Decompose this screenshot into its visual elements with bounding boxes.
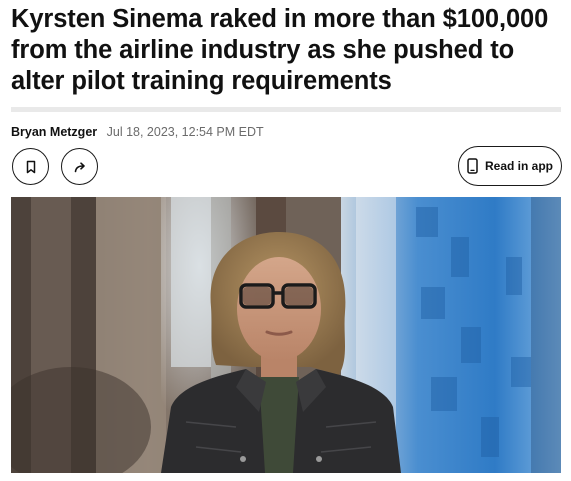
article-hero-image bbox=[11, 197, 561, 473]
read-in-app-label: Read in app bbox=[484, 159, 553, 173]
byline: Bryan Metzger Jul 18, 2023, 12:54 PM EDT bbox=[11, 125, 264, 139]
headline-line-3: alter pilot training requirements bbox=[11, 67, 392, 95]
publish-timestamp: Jul 18, 2023, 12:54 PM EDT bbox=[106, 125, 264, 139]
headline-divider bbox=[11, 107, 561, 112]
read-in-app-button[interactable]: Read in app bbox=[458, 146, 562, 186]
phone-icon bbox=[467, 158, 478, 174]
author-link[interactable]: Bryan Metzger bbox=[11, 125, 97, 139]
save-article-button[interactable] bbox=[12, 148, 49, 185]
share-arrow-icon bbox=[74, 161, 85, 172]
headline-line-2: from the airline industry as she pushed … bbox=[11, 36, 515, 64]
headline-line-1: Kyrsten Sinema raked in more than $100,0… bbox=[11, 5, 549, 33]
hero-photo-illustration bbox=[11, 197, 561, 473]
bookmark-icon bbox=[26, 160, 35, 173]
article-headline: Kyrsten Sinema raked in more than $100,0… bbox=[11, 4, 563, 97]
share-button[interactable] bbox=[61, 148, 98, 185]
